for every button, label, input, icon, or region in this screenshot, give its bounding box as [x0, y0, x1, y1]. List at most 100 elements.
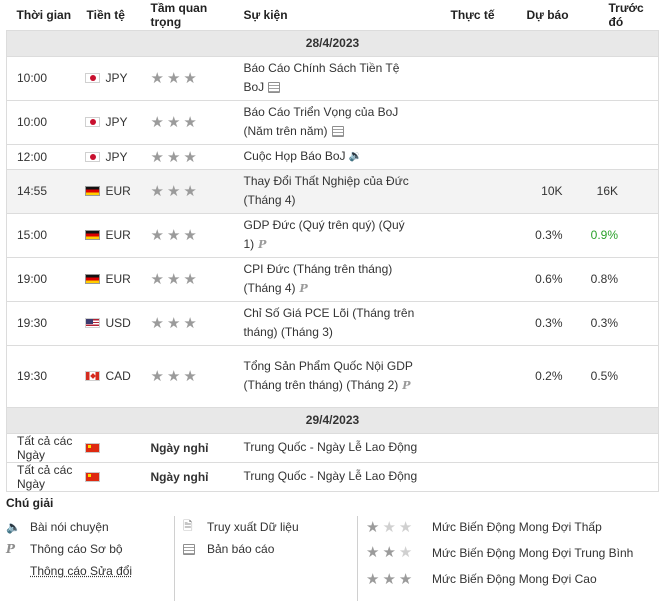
- header-importance[interactable]: Tầm quan trọng: [142, 0, 240, 31]
- event-name-cell[interactable]: Báo Cáo Chính Sách Tiền Tệ BoJ: [239, 56, 425, 101]
- date-row: 29/4/2023: [6, 407, 659, 434]
- importance-stars: ★ ★ ★: [142, 169, 240, 214]
- legend-low-label: Mức Biến Động Mong Đợi Thấp: [432, 520, 602, 534]
- event-row[interactable]: 14:55 EUR ★ ★ ★ Thay Đổi Thất Nghiệp của Đức …: [6, 169, 659, 214]
- speech-icon[interactable]: 🔉: [349, 147, 363, 166]
- currency: JPY: [77, 115, 143, 129]
- event-time: 12:00: [6, 144, 77, 170]
- star-icon: ★: [183, 271, 197, 288]
- flag-cn-icon: [84, 442, 100, 453]
- currency: EUR: [77, 184, 143, 198]
- report-icon[interactable]: [331, 126, 344, 138]
- event-name-cell[interactable]: Thay Đổi Thất Nghiệp của Đức (Tháng 4): [239, 169, 425, 214]
- legend-high-label: Mức Biến Động Mong Đợi Cao: [432, 572, 597, 586]
- event-name[interactable]: Chỉ Số Giá PCE Lõi (Tháng trên tháng) (T…: [244, 306, 415, 339]
- event-currency-cell: USD: [76, 301, 143, 346]
- event-currency-cell: JPY: [76, 144, 143, 170]
- event-time: 14:55: [6, 169, 77, 214]
- holiday-label: Ngày nghỉ: [142, 433, 240, 463]
- event-name[interactable]: Báo Cáo Chính Sách Tiền Tệ BoJ: [244, 61, 400, 94]
- star-icon: ★: [166, 70, 181, 87]
- event-time: 19:30: [6, 301, 77, 346]
- importance-stars: ★ ★ ★: [142, 144, 240, 170]
- header-event[interactable]: Sự kiện: [239, 0, 425, 31]
- legend-preliminary: P Thông cáo Sơ bộ: [6, 538, 174, 560]
- event-time: 19:30: [6, 345, 77, 408]
- event-currency-cell: EUR: [76, 213, 143, 258]
- header-currency[interactable]: Tiền tệ: [76, 0, 143, 31]
- holiday-currency-cell: [76, 462, 143, 492]
- event-name-cell[interactable]: Báo Cáo Triển Vọng của BoJ (Năm trên năm…: [239, 100, 425, 145]
- event-row[interactable]: 12:00 JPY ★ ★ ★ Cuộc Họp Báo BoJ 🔉: [6, 144, 659, 170]
- event-name[interactable]: Tổng Sản Phẩm Quốc Nội GDP (Tháng trên t…: [244, 359, 413, 392]
- currency-code: JPY: [105, 149, 128, 164]
- holiday-row[interactable]: Tất cả các Ngày Ngày nghỉ Trung Quốc - Ngà…: [6, 462, 659, 492]
- legend-retrieve: 🗎 Truy xuất Dữ liệu: [183, 516, 357, 538]
- preliminary-icon: P: [258, 238, 267, 252]
- importance-stars: ★ ★ ★: [142, 257, 240, 302]
- star-icon: ★: [166, 315, 181, 332]
- holiday-time: Tất cả các Ngày: [6, 462, 77, 492]
- legend-high: ★ ★ ★ Mức Biến Động Mong Đợi Cao: [366, 568, 658, 590]
- event-row[interactable]: 19:30 USD ★ ★ ★ Chỉ Số Giá PCE Lõi (Tháng trê…: [6, 301, 659, 346]
- header-time[interactable]: Thời gian: [6, 0, 77, 31]
- event-name-cell[interactable]: Chỉ Số Giá PCE Lõi (Tháng trên tháng) (T…: [239, 301, 425, 346]
- event-row[interactable]: 10:00 JPY ★ ★ ★ Báo Cáo Chính Sách Tiền Tệ Bo…: [6, 56, 659, 101]
- legend-column-2: 🗎 Truy xuất Dữ liệu Bản báo cáo: [174, 516, 357, 601]
- flag-cn-icon: [84, 471, 100, 482]
- event-currency-cell: JPY: [76, 100, 143, 145]
- event-name-cell[interactable]: Tổng Sản Phẩm Quốc Nội GDP (Tháng trên t…: [239, 345, 425, 408]
- currency-code: EUR: [105, 184, 131, 198]
- event-actual: [424, 345, 511, 408]
- report-icon[interactable]: [268, 82, 281, 94]
- legend: Chú giải 🔈 Bài nói chuyện P Thông cáo Sơ…: [6, 496, 658, 601]
- event-actual: [424, 144, 511, 170]
- star-icon: ★: [166, 148, 181, 166]
- event-forecast: 0.3%: [510, 213, 583, 258]
- event-currency-cell: EUR: [76, 257, 143, 302]
- importance-stars: ★ ★ ★: [142, 301, 240, 346]
- event-currency-cell: CAD: [76, 345, 143, 408]
- event-previous: 0.3%: [582, 301, 659, 346]
- event-name[interactable]: Cuộc Họp Báo BoJ: [244, 149, 346, 163]
- event-forecast: 0.2%: [510, 345, 583, 408]
- holiday-currency-cell: [76, 433, 143, 463]
- event-name-cell[interactable]: GDP Đức (Quý trên quý) (Quý 1) P: [239, 213, 425, 258]
- star-icon: ★: [183, 114, 197, 131]
- legend-speech-label: Bài nói chuyện: [30, 520, 109, 534]
- event-row[interactable]: 19:00 EUR ★ ★ ★ CPI Đức (Tháng trên tháng) (T…: [6, 257, 659, 302]
- header-actual[interactable]: Thực tế: [424, 0, 511, 31]
- star-icon: ★: [183, 148, 197, 166]
- holiday-row[interactable]: Tất cả các Ngày Ngày nghỉ Trung Quốc - Ngà…: [6, 433, 659, 463]
- holiday-event[interactable]: Trung Quốc - Ngày Lễ Lao Động: [239, 462, 659, 492]
- currency: JPY: [77, 150, 143, 164]
- legend-revised: Thông cáo Sửa đổi: [6, 560, 174, 582]
- date-row: 28/4/2023: [6, 30, 659, 57]
- holiday-time: Tất cả các Ngày: [6, 433, 77, 463]
- event-name[interactable]: Thay Đổi Thất Nghiệp của Đức (Tháng 4): [244, 174, 409, 207]
- header-forecast[interactable]: Dự báo: [510, 0, 583, 31]
- holiday-event[interactable]: Trung Quốc - Ngày Lễ Lao Động: [239, 433, 659, 463]
- currency-code: USD: [105, 316, 131, 330]
- report-icon: [183, 542, 207, 556]
- currency-code: JPY: [105, 71, 128, 85]
- event-name[interactable]: CPI Đức (Tháng trên tháng) (Tháng 4): [244, 262, 393, 295]
- event-name[interactable]: Báo Cáo Triển Vọng của BoJ (Năm trên năm…: [244, 105, 399, 138]
- star-icon: ★: [150, 114, 164, 131]
- three-star-icon: ★ ★ ★: [366, 571, 413, 588]
- legend-title: Chú giải: [6, 496, 54, 510]
- event-forecast: 0.6%: [510, 257, 583, 302]
- importance-stars: ★ ★ ★: [142, 213, 240, 258]
- event-currency-cell: JPY: [76, 56, 143, 101]
- event-name-cell[interactable]: CPI Đức (Tháng trên tháng) (Tháng 4) P: [239, 257, 425, 302]
- event-row[interactable]: 10:00 JPY ★ ★ ★ Báo Cáo Triển Vọng của BoJ (N…: [6, 100, 659, 145]
- currency: [77, 442, 143, 453]
- event-actual: [424, 56, 511, 101]
- event-currency-cell: EUR: [76, 169, 143, 214]
- header-previous[interactable]: Trước đó: [582, 0, 659, 31]
- event-row[interactable]: 15:00 EUR ★ ★ ★ GDP Đức (Quý trên quý) (Quý 1…: [6, 213, 659, 258]
- event-name-cell[interactable]: Cuộc Họp Báo BoJ 🔉: [239, 144, 425, 170]
- event-row[interactable]: 19:30 CAD ★ ★ ★ Tổng Sản Phẩm Quốc Nội GDP (T…: [6, 345, 659, 408]
- event-name[interactable]: GDP Đức (Quý trên quý) (Quý 1): [244, 218, 405, 251]
- star-icon: ★: [150, 368, 164, 385]
